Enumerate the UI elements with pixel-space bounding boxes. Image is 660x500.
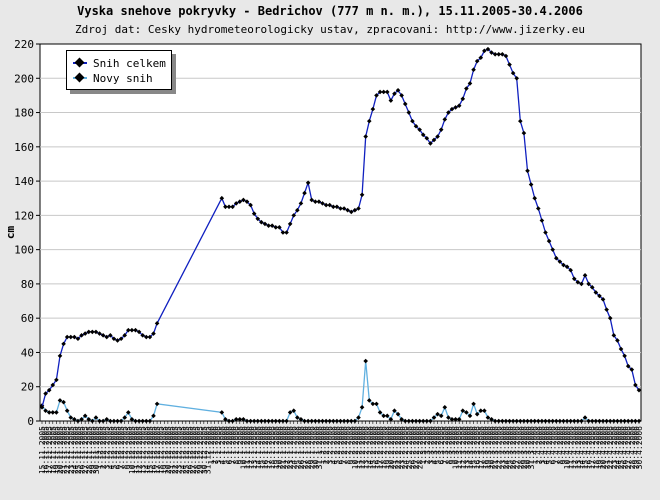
chart-root: Vyska snehove pokryvky - Bedrichov (777 … [0, 0, 660, 500]
y-tick-label: 100 [14, 244, 34, 257]
plot-area [39, 43, 642, 422]
legend-item-snih-celkem: Snih celkem [73, 56, 166, 70]
y-tick-label: 180 [14, 107, 34, 120]
y-tick-label: 0 [27, 415, 34, 428]
legend-marker-novy-snih [73, 71, 87, 85]
y-tick-label: 200 [14, 72, 34, 85]
x-tick-label: 30.4.2006 [635, 426, 644, 470]
y-tick-label: 220 [14, 38, 34, 51]
y-tick-label: 60 [21, 312, 34, 325]
y-axis-ticks: 0 20 40 60 80 100 120 140 160 180 200 220 [14, 38, 40, 428]
y-tick-label: 160 [14, 141, 34, 154]
y-tick-label: 140 [14, 175, 34, 188]
legend: Snih celkem Novy snih [66, 50, 172, 90]
y-axis-label: cm [4, 226, 17, 240]
y-tick-label: 40 [21, 346, 34, 359]
y-tick-label: 20 [21, 381, 34, 394]
x-axis-ticks: 15.11.200516.11.200517.11.200518.11.2005… [38, 421, 644, 474]
legend-label-novy-snih: Novy snih [93, 71, 153, 85]
legend-marker-snih-celkem [73, 56, 87, 70]
legend-label-snih-celkem: Snih celkem [93, 56, 166, 70]
y-tick-label: 120 [14, 209, 34, 222]
legend-item-novy-snih: Novy snih [73, 71, 153, 85]
y-tick-label: 80 [21, 278, 34, 291]
